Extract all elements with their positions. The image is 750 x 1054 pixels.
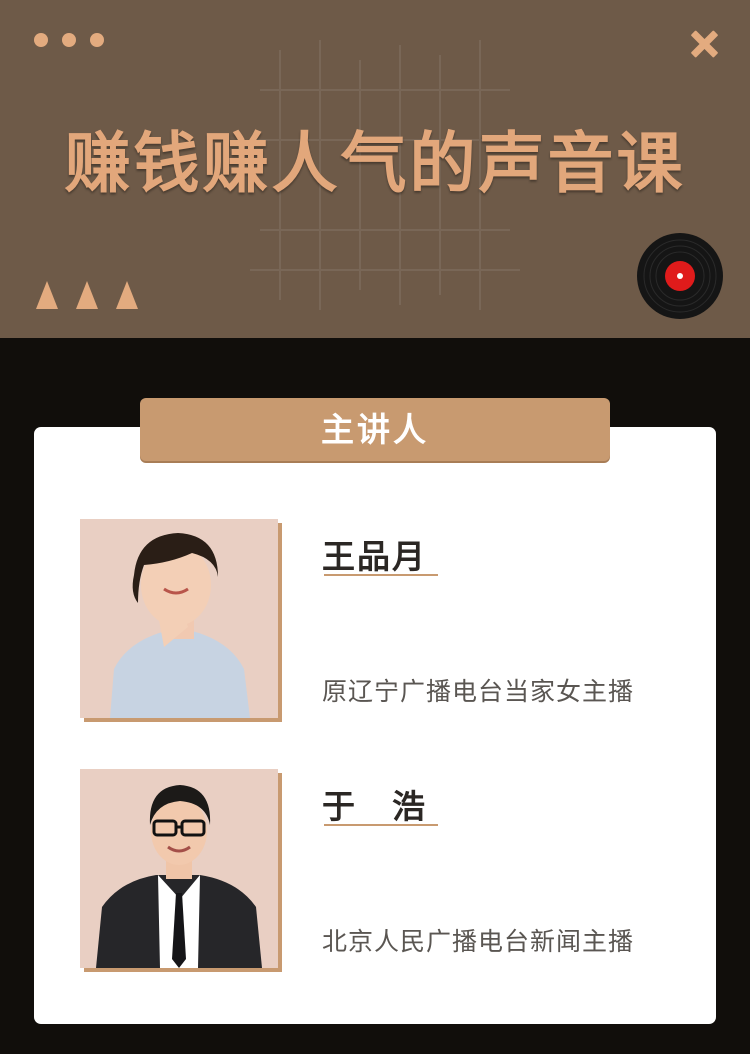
header-banner: 赚钱赚人气的声音课: [0, 0, 750, 338]
vinyl-record-icon: [637, 233, 723, 319]
male-avatar-illustration: [80, 769, 278, 968]
dot: [34, 33, 48, 47]
dot: [62, 33, 76, 47]
speaker-photo-frame: [80, 769, 282, 972]
speaker-photo: [80, 769, 278, 968]
speaker-photo-frame: [80, 519, 282, 722]
more-dots-icon[interactable]: [34, 33, 104, 47]
triangle-icon: [76, 281, 98, 309]
section-label: 主讲人: [140, 398, 610, 461]
page-title: 赚钱赚人气的声音课: [64, 124, 686, 202]
speaker-name: 王品月: [322, 537, 427, 576]
name-underline: [324, 824, 438, 826]
speaker-description: 北京人民广播电台新闻主播: [322, 927, 635, 956]
triangle-icon: [116, 281, 138, 309]
speaker-name: 于 浩: [322, 787, 427, 826]
dot: [90, 33, 104, 47]
speaker-photo: [80, 519, 278, 718]
female-avatar-illustration: [80, 519, 278, 718]
triangle-icon: [36, 281, 58, 309]
close-icon[interactable]: [688, 28, 720, 60]
speaker-description: 原辽宁广播电台当家女主播: [322, 677, 635, 706]
triangle-decoration: [36, 281, 138, 309]
name-underline: [324, 574, 438, 576]
